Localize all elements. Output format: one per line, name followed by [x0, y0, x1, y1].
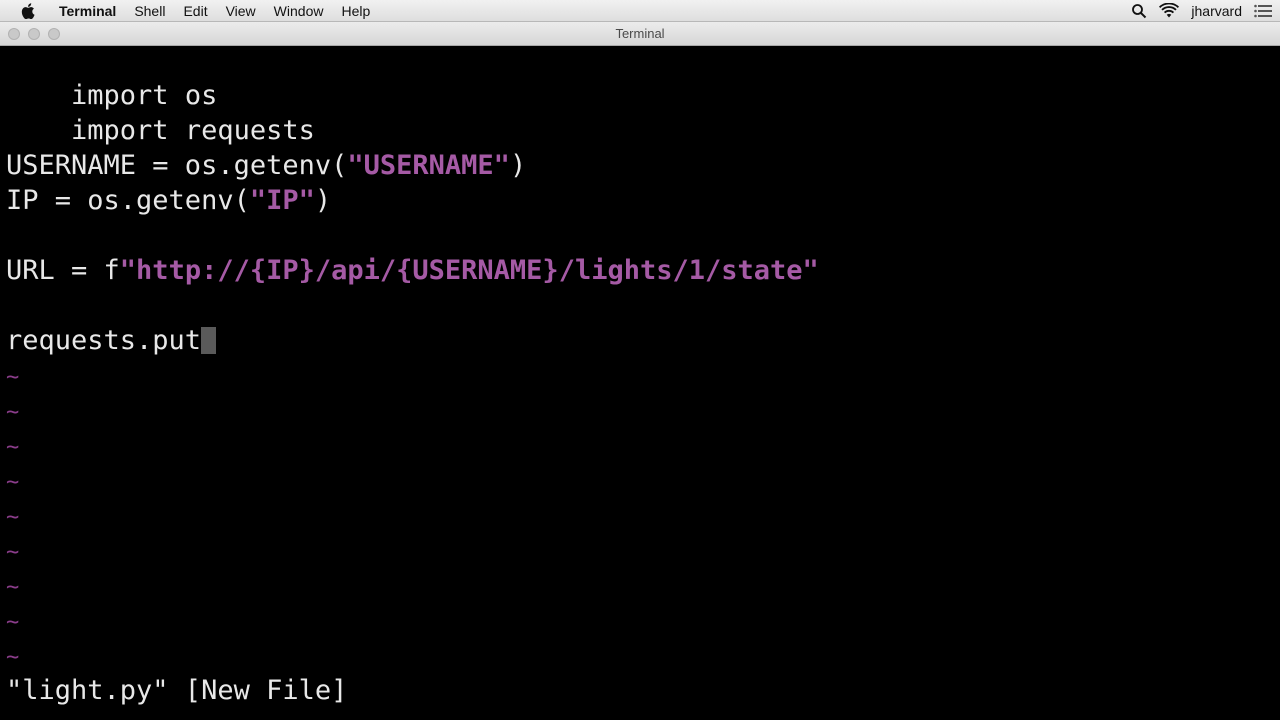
code-text: ) — [314, 185, 332, 216]
window-controls — [8, 28, 60, 40]
vim-status-line: "light.py" [New File] — [6, 675, 348, 706]
empty-line-marker: ~ — [6, 470, 20, 495]
code-line-2: import requests — [6, 78, 315, 146]
empty-line-marker: ~ — [6, 435, 20, 460]
string-literal: "http://{IP}/api/{USERNAME}/lights/1/sta… — [119, 255, 819, 286]
menu-help[interactable]: Help — [332, 0, 379, 22]
zoom-window-button[interactable] — [48, 28, 60, 40]
string-literal: "USERNAME" — [347, 150, 510, 181]
menu-window[interactable]: Window — [265, 0, 333, 22]
empty-line-marker: ~ — [6, 610, 20, 635]
code-text: import requests — [71, 115, 315, 146]
close-window-button[interactable] — [8, 28, 20, 40]
empty-line-marker: ~ — [6, 365, 20, 390]
menu-extras: jharvard — [1131, 0, 1272, 22]
code-line-4: USERNAME = os.getenv("USERNAME") — [6, 148, 526, 183]
user-name[interactable]: jharvard — [1191, 3, 1242, 19]
search-icon[interactable] — [1131, 3, 1147, 19]
code-line-1: import os — [6, 43, 217, 111]
menu-bar: Terminal Shell Edit View Window Help jha… — [0, 0, 1280, 22]
code-text: IP = os.getenv( — [6, 185, 250, 216]
code-text: ) — [509, 150, 527, 181]
empty-line-marker: ~ — [6, 400, 20, 425]
empty-line-marker: ~ — [6, 575, 20, 600]
menu-edit[interactable]: Edit — [174, 0, 216, 22]
empty-line-marker: ~ — [6, 505, 20, 530]
menu-app-terminal[interactable]: Terminal — [50, 0, 125, 22]
code-text: requests.put — [6, 325, 202, 356]
code-line-7: URL = f"http://{IP}/api/{USERNAME}/light… — [6, 253, 819, 288]
code-text: USERNAME = os.getenv( — [6, 150, 348, 181]
minimize-window-button[interactable] — [28, 28, 40, 40]
empty-line-marker: ~ — [6, 645, 20, 670]
text-cursor — [201, 327, 217, 354]
terminal-content[interactable]: import os import requests USERNAME = os.… — [0, 46, 1280, 720]
code-line-5: IP = os.getenv("IP") — [6, 183, 331, 218]
string-literal: "IP" — [249, 185, 315, 216]
window-title: Terminal — [615, 26, 665, 41]
code-text: URL = f — [6, 255, 120, 286]
wifi-icon[interactable] — [1159, 3, 1180, 19]
empty-line-marker: ~ — [6, 540, 20, 565]
notification-center-icon[interactable] — [1254, 4, 1272, 18]
menu-view[interactable]: View — [217, 0, 265, 22]
code-line-9: requests.put — [6, 323, 217, 358]
apple-icon[interactable] — [18, 1, 38, 21]
menu-shell[interactable]: Shell — [125, 0, 174, 22]
